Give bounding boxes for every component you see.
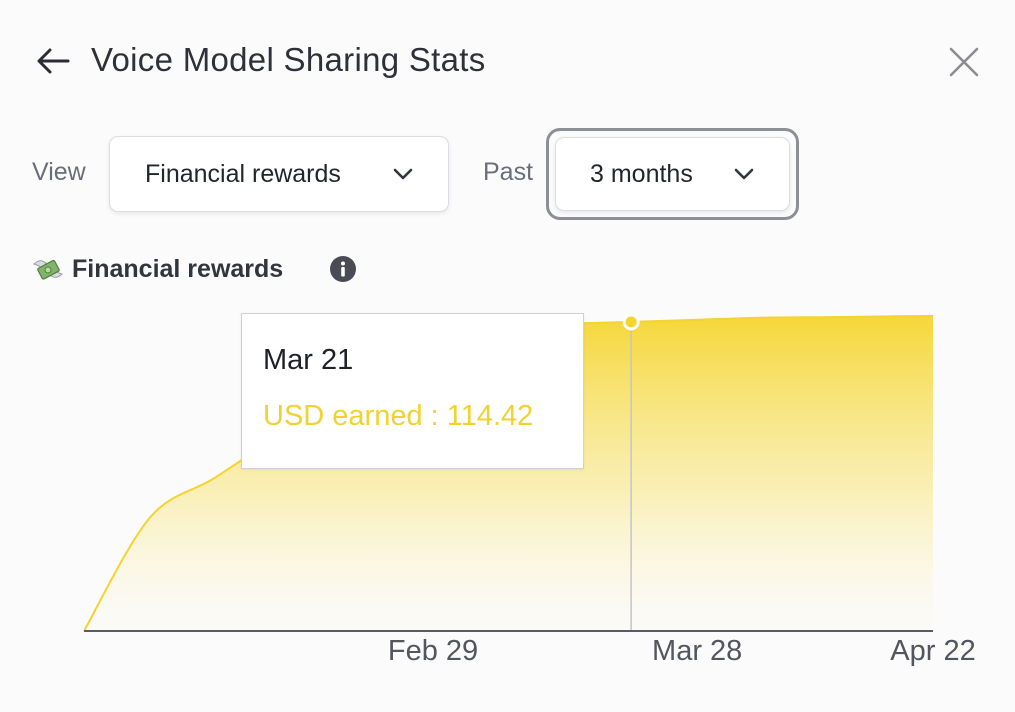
header: Voice Model Sharing Stats [0, 0, 1015, 120]
close-button[interactable] [940, 38, 988, 86]
past-select[interactable]: 3 months [555, 137, 790, 211]
x-tick-label: Mar 28 [652, 635, 742, 667]
tooltip-metric-value: 114.42 [446, 400, 534, 432]
close-icon [949, 47, 979, 77]
back-button[interactable] [30, 38, 76, 84]
chart-tooltip: Mar 21 USD earned : 114.42 [241, 313, 584, 469]
chevron-down-icon [393, 168, 413, 180]
tooltip-date: Mar 21 [263, 344, 354, 376]
x-tick-label: Apr 22 [890, 635, 975, 667]
page-title: Voice Model Sharing Stats [91, 41, 486, 78]
info-icon[interactable] [329, 255, 357, 283]
view-select[interactable]: Financial rewards [109, 136, 449, 212]
hover-point [622, 313, 640, 331]
arrow-left-icon [37, 48, 70, 74]
view-select-value: Financial rewards [145, 159, 341, 188]
chevron-down-icon [734, 168, 754, 180]
past-label: Past [483, 158, 534, 186]
past-select-value: 3 months [590, 159, 693, 188]
tooltip-metric-label: USD earned [263, 400, 423, 432]
view-label: View [32, 158, 86, 186]
section-title: Financial rewards [72, 254, 284, 283]
tooltip-separator: : [422, 400, 447, 432]
section-heading: Financial rewards [32, 252, 283, 286]
money-with-wings-icon [33, 259, 63, 280]
x-tick-label: Feb 29 [388, 635, 478, 667]
tooltip-metric: USD earned : 114.42 [263, 400, 533, 433]
